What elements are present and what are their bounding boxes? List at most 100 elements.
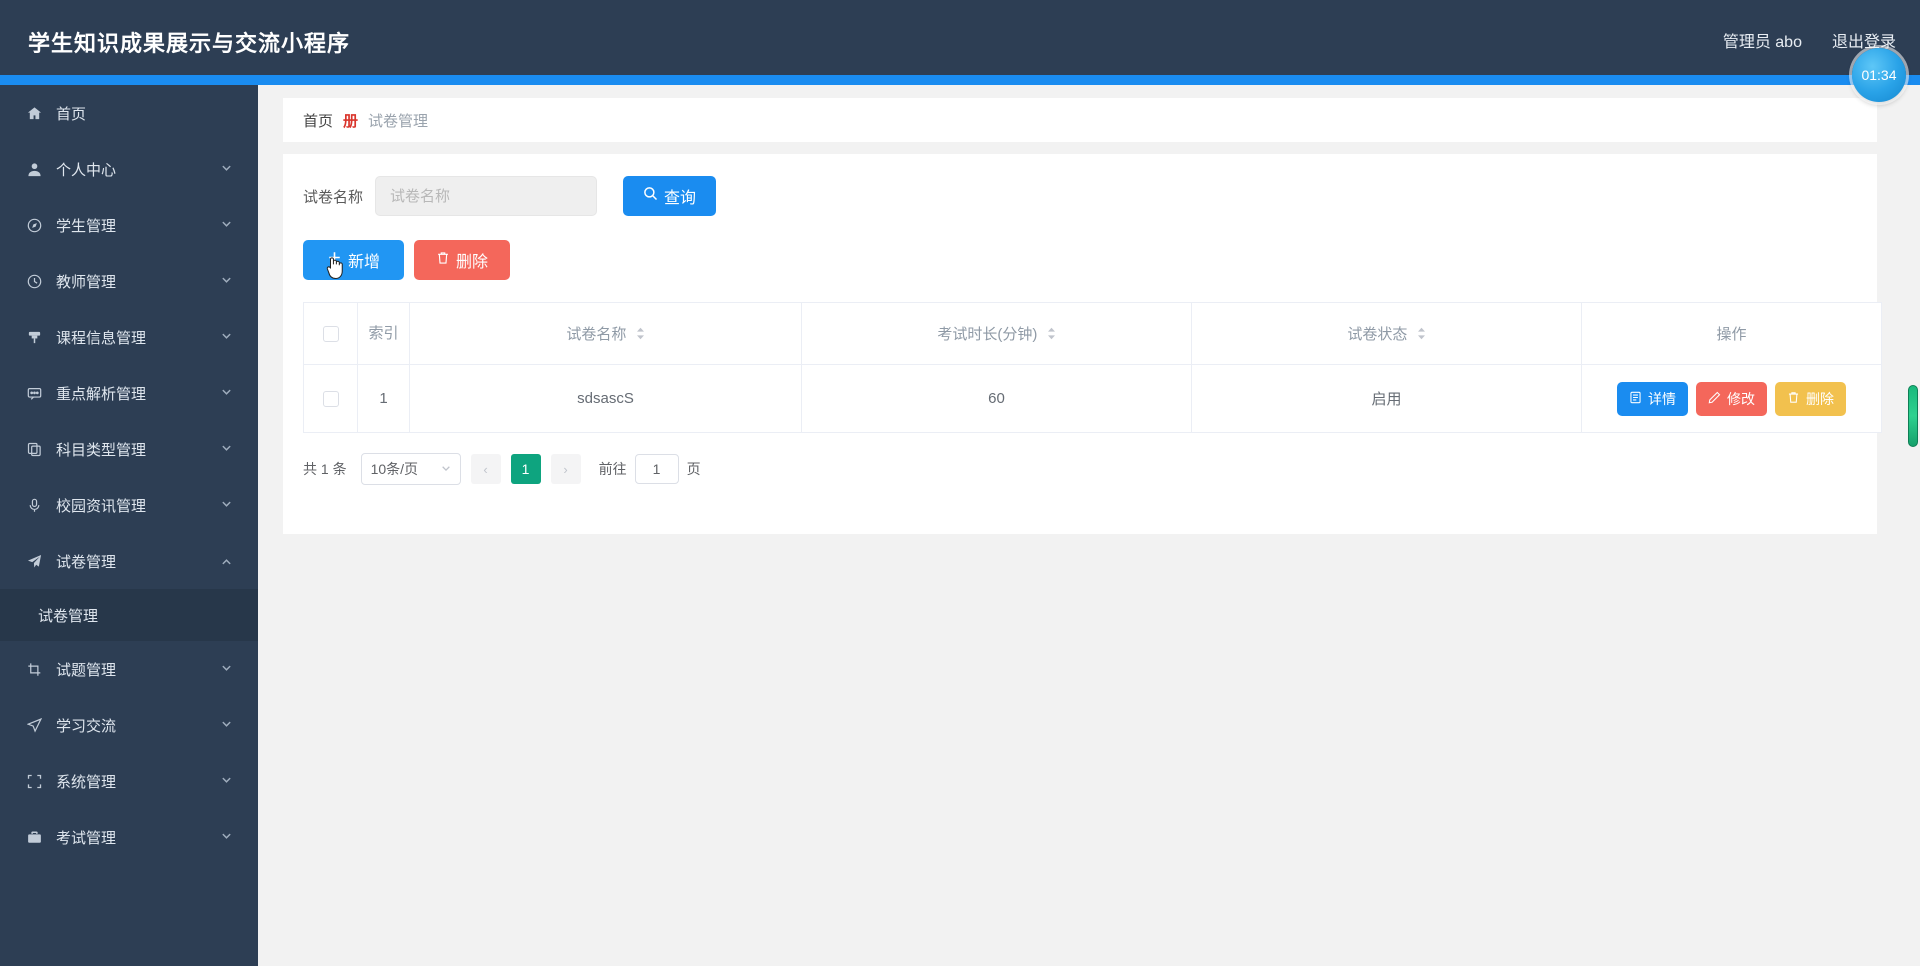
table-row[interactable]: 1 sdsascS 60 启用 详情 修改 删除 [303,364,1882,433]
table-header-index: 索引 [357,302,410,365]
current-user-label: 管理员 abo [1722,34,1802,51]
delete-button[interactable]: 删除 [414,240,511,280]
app-root: 学生知识成果展示与交流小程序 管理员 abo 退出登录 01:34 首页 个人中… [0,0,1920,966]
chevron-down-icon [221,162,232,176]
sidebar-item-label: 试题管理 [56,661,117,679]
clock-icon [22,274,46,289]
sidebar-item-exam-paper-management[interactable]: 试卷管理 [0,533,258,589]
crop-icon [22,662,46,677]
sidebar-item-label: 学生管理 [56,217,117,235]
pagination-next-button[interactable]: › [550,454,581,484]
chevron-down-icon [221,718,232,732]
sidebar-item-study-exchange[interactable]: 学习交流 [0,697,258,753]
sort-icon[interactable] [636,327,645,343]
sidebar-item-teacher-management[interactable]: 教师管理 [0,253,258,309]
sort-icon[interactable] [1047,327,1056,343]
select-all-checkbox[interactable] [322,326,339,343]
comment-icon [22,386,46,401]
sidebar-item-system-management[interactable]: 系统管理 [0,753,258,809]
chevron-down-icon [221,274,232,288]
table-header-name[interactable]: 试卷名称 [409,302,802,365]
home-icon [22,106,46,121]
pagination: 共 1 条 10条/页 ‹ 1 › 前往 页 [303,453,1857,485]
sidebar-item-label: 个人中心 [56,161,117,179]
breadcrumb-home[interactable]: 首页 [303,110,333,131]
table-header-operations-label: 操作 [1716,326,1747,343]
trash-icon [1787,391,1800,407]
detail-button[interactable]: 详情 [1617,381,1688,416]
chevron-down-icon [441,463,451,476]
session-timer-badge[interactable]: 01:34 [1852,48,1906,102]
sidebar-item-personal-center[interactable]: 个人中心 [0,141,258,197]
table-header-index-label: 索引 [368,324,399,342]
mic-icon [22,498,46,513]
pagination-page-1[interactable]: 1 [510,454,541,484]
table-header-duration-label: 考试时长(分钟) [937,326,1038,343]
row-checkbox[interactable] [322,391,339,408]
sidebar-item-label: 系统管理 [56,773,117,791]
sidebar-item-label: 课程信息管理 [56,329,147,347]
search-label: 试卷名称 [303,188,364,206]
sidebar-item-question-management[interactable]: 试题管理 [0,641,258,697]
sidebar-subitem-label: 试卷管理 [38,607,99,625]
table-header-duration[interactable]: 考试时长(分钟) [801,302,1192,365]
breadcrumb-separator-icon: 册 [343,112,359,130]
sidebar-item-label: 重点解析管理 [56,385,147,403]
sidebar-item-label: 校园资讯管理 [56,497,147,515]
document-icon [1629,391,1642,407]
sidebar-item-key-analysis-management[interactable]: 重点解析管理 [0,365,258,421]
send-icon [22,717,46,733]
pagination-prev-button[interactable]: ‹ [470,454,501,484]
chevron-down-icon [221,498,232,512]
briefcase-icon [22,830,46,845]
detail-button-label: 详情 [1648,390,1676,407]
chevron-down-icon [221,774,232,788]
breadcrumb: 首页 册 试卷管理 [283,98,1877,142]
pagination-jump-input[interactable] [634,454,679,484]
sidebar-item-subject-type-management[interactable]: 科目类型管理 [0,421,258,477]
paper-plane-icon [22,554,46,569]
app-header: 学生知识成果展示与交流小程序 管理员 abo 退出登录 [0,0,1920,75]
sidebar-item-exam-management[interactable]: 考试管理 [0,809,258,865]
sort-icon[interactable] [1417,327,1426,343]
page-size-select[interactable]: 10条/页 [360,453,461,485]
sidebar-item-course-info-management[interactable]: 课程信息管理 [0,309,258,365]
page-title: 学生知识成果展示与交流小程序 [28,31,351,56]
edit-button[interactable]: 修改 [1696,381,1767,416]
table-header-operations: 操作 [1581,302,1882,365]
fullscreen-icon [22,774,46,789]
sidebar-item-home[interactable]: 首页 [0,85,258,141]
page-scrollbar-thumb[interactable] [1908,385,1918,447]
pencil-icon [1708,391,1721,407]
pagination-jump-unit: 页 [686,461,701,477]
chevron-down-icon [221,330,232,344]
sidebar-item-student-management[interactable]: 学生管理 [0,197,258,253]
plus-icon [327,250,342,270]
header-accent-bar [0,75,1920,85]
exam-paper-panel: 试卷名称 查询 新增 [283,154,1882,534]
chevron-up-icon [221,554,232,568]
chevron-down-icon [221,386,232,400]
query-button[interactable]: 查询 [623,176,717,216]
edit-button-label: 修改 [1727,390,1755,407]
sidebar-item-campus-news-management[interactable]: 校园资讯管理 [0,477,258,533]
table-header-state[interactable]: 试卷状态 [1191,302,1582,365]
pin-icon [22,330,46,345]
sidebar-item-label: 考试管理 [56,829,117,847]
add-button[interactable]: 新增 [303,240,405,280]
page-scrollbar[interactable] [1906,85,1920,966]
chevron-down-icon [221,830,232,844]
sidebar-subitem-exam-paper-management[interactable]: 试卷管理 [0,589,258,641]
table-body: 1 sdsascS 60 启用 详情 修改 删除 [303,364,1882,433]
search-input[interactable] [375,176,598,216]
row-name-cell: sdsascS [409,364,802,433]
sidebar-item-label: 教师管理 [56,273,117,291]
row-delete-button[interactable]: 删除 [1775,381,1846,416]
search-icon [643,186,658,206]
exam-paper-table: 索引 试卷名称 考试时长(分钟) 试卷状态 操作 1 sdsascS 60 启用… [303,302,1882,433]
table-header-name-label: 试卷名称 [566,326,627,343]
breadcrumb-current: 试卷管理 [368,112,429,130]
row-state-cell: 启用 [1191,364,1582,433]
main-content: 首页 册 试卷管理 试卷名称 查询 新增 [258,85,1895,966]
pagination-total: 共 1 条 [303,461,347,477]
